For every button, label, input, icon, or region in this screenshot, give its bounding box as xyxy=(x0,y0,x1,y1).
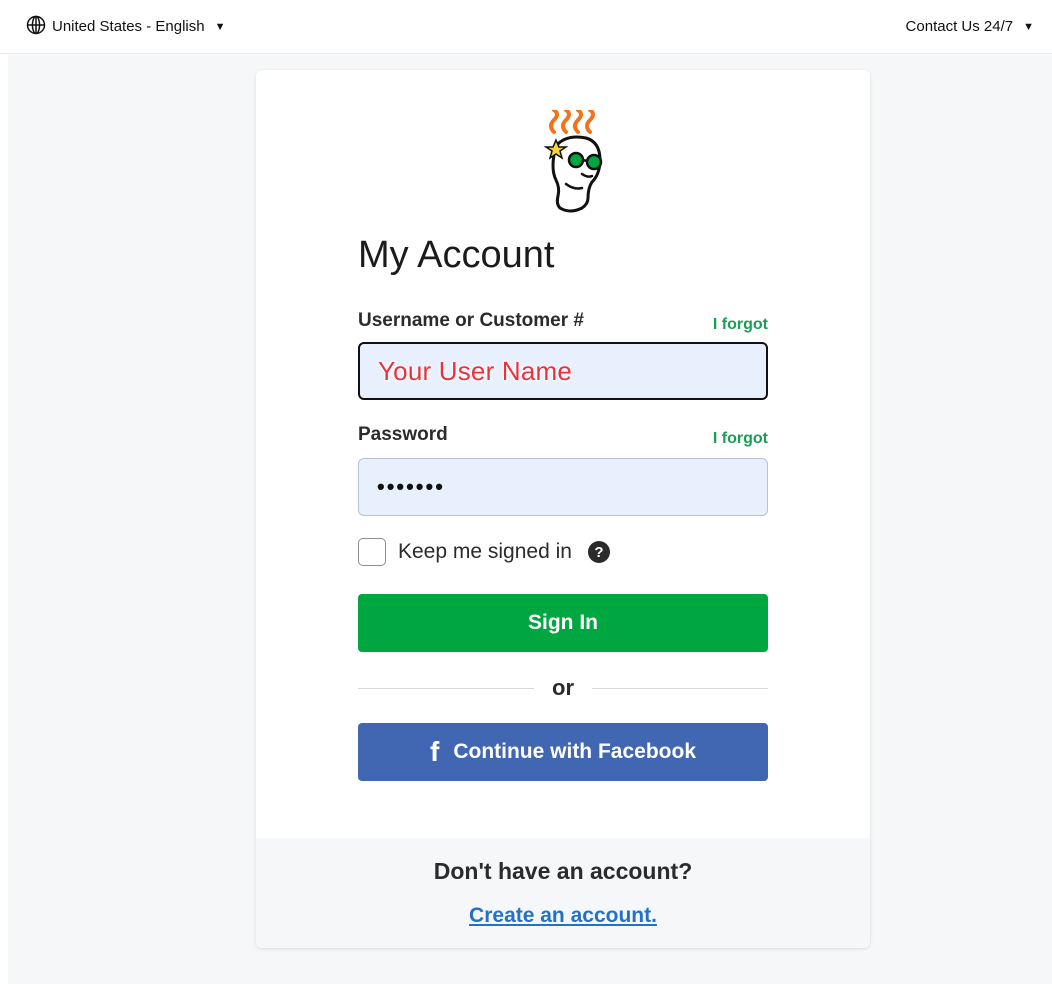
forgot-password-link[interactable]: I forgot xyxy=(713,430,768,448)
facebook-button-label: Continue with Facebook xyxy=(453,740,696,763)
divider-line xyxy=(592,687,768,689)
username-label: Username or Customer # xyxy=(358,310,584,331)
username-value: Your User Name xyxy=(378,355,573,386)
login-card: My Account Username or Customer # I forg… xyxy=(256,70,870,948)
or-divider: or xyxy=(358,673,768,703)
page-title: My Account xyxy=(358,234,555,276)
sign-in-button[interactable]: Sign In xyxy=(358,594,768,652)
locale-selector[interactable]: United States - English ▼ xyxy=(26,15,225,39)
signup-footer: Don't have an account? Create an account… xyxy=(256,838,870,948)
password-label: Password xyxy=(358,424,448,445)
locale-label: United States - English xyxy=(52,18,205,35)
keep-signed-in-label: Keep me signed in xyxy=(398,540,572,563)
keep-signed-in-row: Keep me signed in ? xyxy=(358,538,610,566)
no-account-text: Don't have an account? xyxy=(433,858,693,884)
caret-down-icon: ▼ xyxy=(214,20,226,33)
contact-menu[interactable]: Contact Us 24/7 ▼ xyxy=(906,18,1034,35)
question-circle-icon[interactable]: ? xyxy=(587,541,610,563)
globe-icon xyxy=(26,15,46,39)
caret-down-icon: ▼ xyxy=(1023,20,1034,33)
or-text: or xyxy=(552,675,574,700)
create-account-link[interactable]: Create an account. xyxy=(256,904,870,928)
page-background: My Account Username or Customer # I forg… xyxy=(8,55,1052,984)
sign-in-button-label: Sign In xyxy=(528,611,598,634)
godaddy-guy-logo-icon xyxy=(538,108,614,220)
keep-signed-in-checkbox[interactable] xyxy=(358,538,386,566)
continue-with-facebook-button[interactable]: f Continue with Facebook xyxy=(358,723,768,781)
forgot-username-link[interactable]: I forgot xyxy=(713,316,768,334)
username-field[interactable]: Your User Name xyxy=(358,342,768,400)
divider-line xyxy=(358,687,534,689)
contact-label: Contact Us 24/7 xyxy=(905,18,1014,35)
password-field[interactable]: ••••••• xyxy=(358,458,768,516)
top-bar: United States - English ▼ Contact Us 24/… xyxy=(0,0,1052,54)
facebook-icon: f xyxy=(430,736,440,767)
password-value: ••••••• xyxy=(377,474,445,499)
